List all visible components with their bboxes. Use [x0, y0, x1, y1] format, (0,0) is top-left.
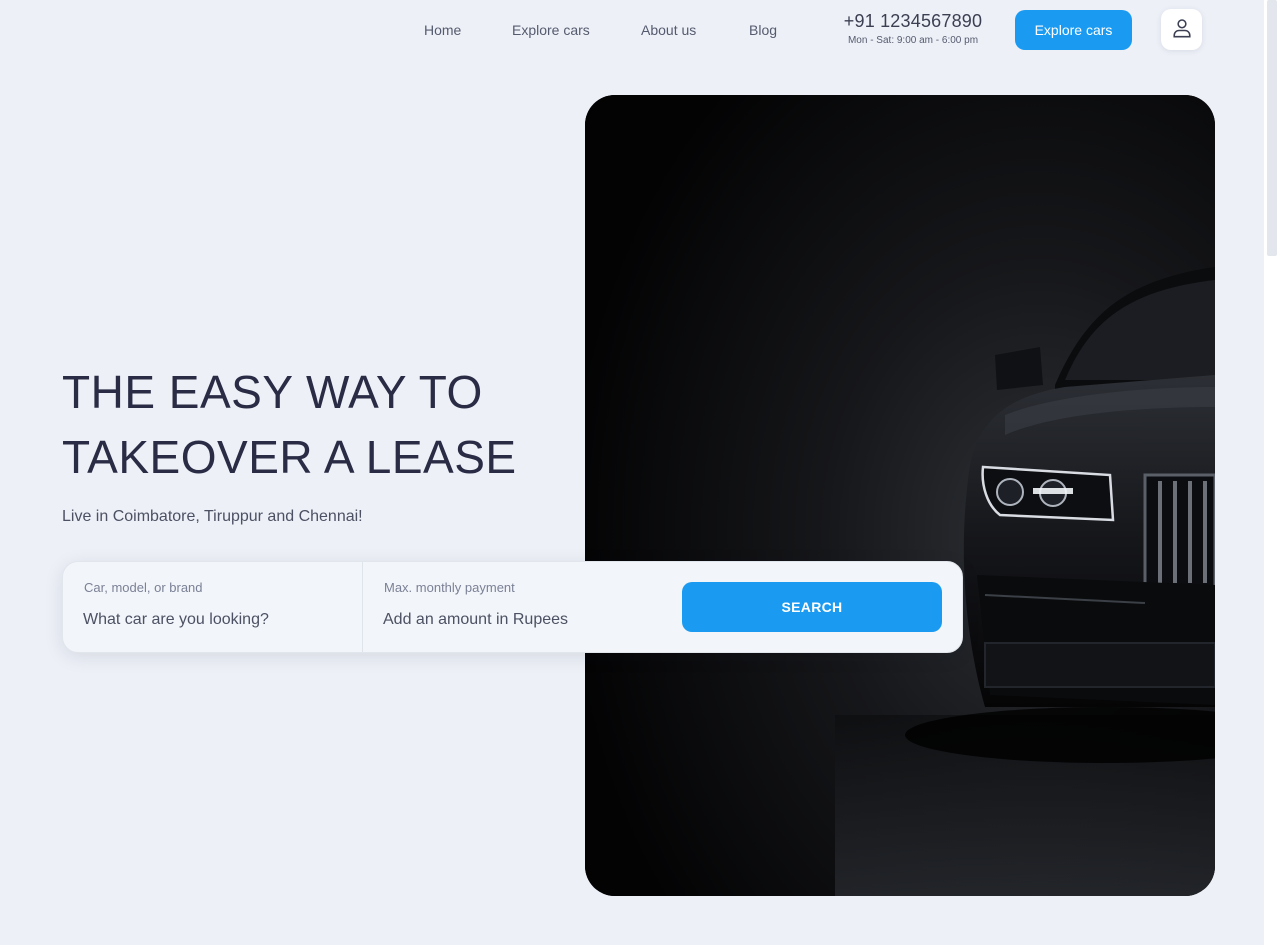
- car-search-label: Car, model, or brand: [84, 580, 203, 595]
- nav-link-about-us[interactable]: About us: [641, 20, 696, 40]
- hero-car-image: [585, 95, 1215, 896]
- contact-phone-block: +91 1234567890 Mon - Sat: 9:00 am - 6:00…: [840, 10, 986, 48]
- hero-title: THE EASY WAY TO TAKEOVER A LEASE: [62, 360, 582, 490]
- scrollbar-thumb[interactable]: [1267, 0, 1277, 256]
- hero-title-line-1: THE EASY WAY TO: [62, 366, 483, 418]
- car-search-input[interactable]: [83, 608, 343, 632]
- payment-field: Max. monthly payment: [363, 562, 673, 652]
- user-account-button[interactable]: [1161, 9, 1202, 50]
- nav-link-explore-cars[interactable]: Explore cars: [512, 20, 590, 40]
- explore-cars-button[interactable]: Explore cars: [1015, 10, 1132, 50]
- page-scrollbar[interactable]: [1264, 0, 1280, 945]
- payment-input[interactable]: [383, 608, 643, 632]
- payment-label: Max. monthly payment: [384, 580, 515, 595]
- nav-link-home[interactable]: Home: [424, 20, 461, 40]
- car-search-field: Car, model, or brand: [63, 562, 363, 652]
- nav-link-blog[interactable]: Blog: [749, 20, 777, 40]
- hero-subtitle: Live in Coimbatore, Tiruppur and Chennai…: [62, 508, 363, 525]
- search-button[interactable]: SEARCH: [682, 582, 942, 632]
- user-icon: [1171, 17, 1193, 42]
- business-hours: Mon - Sat: 9:00 am - 6:00 pm: [847, 35, 979, 46]
- phone-number[interactable]: +91 1234567890: [840, 10, 986, 32]
- search-form: Car, model, or brand Max. monthly paymen…: [62, 561, 963, 653]
- landing-page: Home Explore cars About us Blog +91 1234…: [0, 0, 1280, 945]
- hero-title-line-2: TAKEOVER A LEASE: [62, 431, 517, 483]
